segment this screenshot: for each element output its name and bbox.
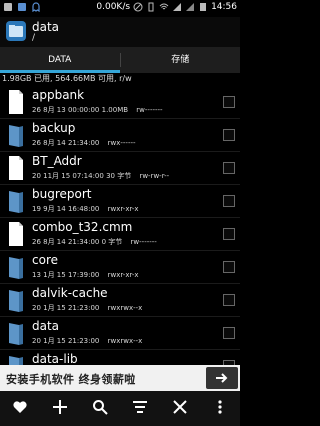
folder-icon	[8, 287, 24, 313]
select-checkbox[interactable]	[223, 294, 235, 306]
file-icon	[8, 221, 24, 247]
file-name: data	[32, 319, 60, 333]
search-button[interactable]	[89, 398, 111, 420]
tab-data[interactable]: DATA	[0, 47, 120, 73]
select-checkbox[interactable]	[223, 327, 235, 339]
select-checkbox[interactable]	[223, 228, 235, 240]
folder-icon	[8, 353, 24, 365]
select-checkbox[interactable]	[223, 195, 235, 207]
list-item[interactable]: backup 26 8月 14 21:34:00 rwx------	[0, 119, 240, 152]
sort-button[interactable]	[129, 398, 151, 420]
list-item[interactable]: bugreport 19 9月 14 16:48:00 rwxr-xr-x	[0, 185, 240, 218]
file-name: BT_Addr	[32, 154, 82, 168]
list-item[interactable]: data-lib	[0, 350, 240, 365]
file-icon	[8, 89, 24, 115]
clock: 14:56	[211, 2, 237, 12]
vibrate-icon	[146, 2, 156, 12]
list-item[interactable]: combo_t32.cmm 26 8月 14 21:34:00 0 字节 rw-…	[0, 218, 240, 251]
ghost-icon	[31, 2, 41, 13]
folder-icon	[8, 188, 24, 214]
notification-icon	[3, 2, 13, 12]
current-path: /	[32, 33, 36, 43]
app-bar: data /	[0, 17, 240, 47]
app-logo-icon[interactable]	[6, 21, 26, 41]
plus-icon	[52, 399, 68, 419]
select-checkbox[interactable]	[223, 261, 235, 273]
heart-icon	[12, 399, 28, 419]
list-item[interactable]: dalvik-cache 20 1月 15 21:23:00 rwxrwx--x	[0, 284, 240, 317]
file-name: bugreport	[32, 187, 92, 201]
close-icon	[172, 399, 188, 419]
file-name: core	[32, 253, 58, 267]
file-meta: 20 11月 15 07:14:00 30 字节 rw-rw-r--	[32, 172, 170, 180]
favorite-button[interactable]	[9, 398, 31, 420]
file-meta: 20 1月 15 21:23:00 rwxrwx--x	[32, 304, 143, 312]
file-meta: 26 8月 13 00:00:00 1.00MB rw-------	[32, 106, 163, 114]
file-name: backup	[32, 121, 76, 135]
more-icon	[212, 399, 228, 419]
banner-arrow-button[interactable]	[206, 367, 238, 389]
app-notification-icon	[17, 2, 27, 12]
storage-info: 1.98GB 已用, 564.66MB 可用, r/w	[2, 74, 132, 83]
add-button[interactable]	[49, 398, 71, 420]
select-checkbox[interactable]	[223, 96, 235, 108]
signal-2-icon	[185, 2, 195, 12]
bottom-toolbar	[0, 391, 240, 426]
file-icon	[8, 155, 24, 181]
file-meta: 26 8月 14 21:34:00 rwx------	[32, 139, 136, 147]
mute-icon	[133, 2, 143, 12]
network-speed: 0.00K/s	[96, 2, 131, 12]
list-item[interactable]: data 20 1月 15 21:23:00 rwxrwx--x	[0, 317, 240, 350]
file-meta: 13 1月 15 17:39:00 rwxr-xr-x	[32, 271, 139, 279]
file-meta: 19 9月 14 16:48:00 rwxr-xr-x	[32, 205, 139, 213]
file-name: data-lib	[32, 352, 78, 365]
list-item[interactable]: BT_Addr 20 11月 15 07:14:00 30 字节 rw-rw-r…	[0, 152, 240, 185]
more-button[interactable]	[209, 398, 231, 420]
folder-icon	[8, 320, 24, 346]
select-checkbox[interactable]	[223, 162, 235, 174]
file-meta: 20 1月 15 21:23:00 rwxrwx--x	[32, 337, 143, 345]
arrow-right-icon	[215, 369, 229, 388]
file-name: dalvik-cache	[32, 286, 108, 300]
close-button[interactable]	[169, 398, 191, 420]
page-title: data	[32, 20, 60, 34]
banner-text: 安装手机软件 终身领薪啦	[6, 373, 136, 386]
tab-bar: DATA 存储	[0, 47, 240, 73]
file-meta: 26 8月 14 21:34:00 0 字节 rw-------	[32, 238, 157, 246]
ad-banner[interactable]: 安装手机软件 终身领薪啦	[0, 365, 240, 391]
search-icon	[92, 399, 108, 419]
list-item[interactable]: core 13 1月 15 17:39:00 rwxr-xr-x	[0, 251, 240, 284]
folder-icon	[8, 122, 24, 148]
sort-icon	[132, 399, 148, 419]
wifi-icon	[159, 2, 169, 12]
file-name: combo_t32.cmm	[32, 220, 133, 234]
file-list: appbank 26 8月 13 00:00:00 1.00MB rw-----…	[0, 86, 240, 365]
battery-icon	[198, 2, 208, 12]
select-checkbox[interactable]	[223, 129, 235, 141]
list-item[interactable]: appbank 26 8月 13 00:00:00 1.00MB rw-----…	[0, 86, 240, 119]
signal-icon	[172, 2, 182, 12]
file-name: appbank	[32, 88, 85, 102]
folder-icon	[8, 254, 24, 280]
tab-storage[interactable]: 存储	[121, 47, 241, 73]
status-bar: 0.00K/s 14:56	[0, 0, 240, 17]
